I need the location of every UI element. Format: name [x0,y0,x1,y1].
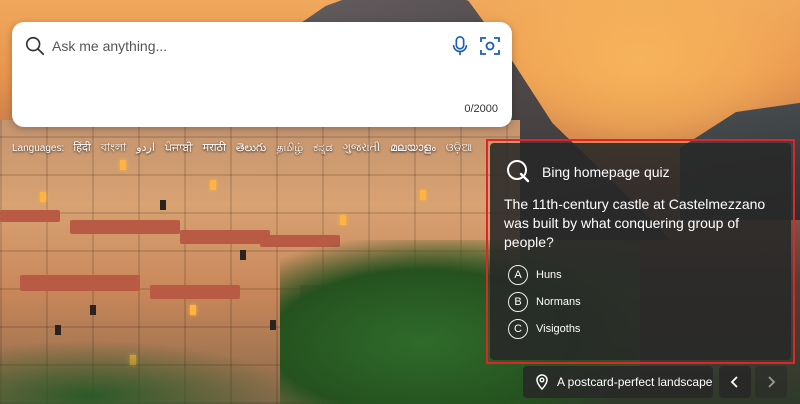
language-link-urdu[interactable]: اردو [136,142,155,154]
language-link-telugu[interactable]: తెలుగు [236,142,266,154]
quiz-option-c[interactable]: C Visigoths [508,318,708,340]
option-letter-badge: A [508,265,528,285]
language-link-punjabi[interactable]: ਪੰਜਾਬੀ [165,142,193,154]
language-link-tamil[interactable]: தமிழ் [276,142,303,154]
trees [0,340,300,404]
language-link-hindi[interactable]: हिंदी [73,142,90,154]
language-link-bengali[interactable]: বাংলা [101,142,126,154]
language-link-gujarati[interactable]: ગુજરાતી [343,142,380,154]
microphone-icon[interactable] [449,34,471,58]
quiz-card: Bing homepage quiz The 11th-century cast… [490,143,791,360]
window [160,200,166,210]
search-box: 0/2000 [12,22,512,127]
window [420,190,426,200]
roof [150,285,240,299]
option-label: Visigoths [536,323,581,335]
window [90,305,96,315]
roof [180,230,270,244]
search-input[interactable] [52,36,432,56]
chevron-right-icon [768,376,776,388]
window [240,250,246,260]
window [55,325,61,335]
language-link-odia[interactable]: ଓଡ଼ିଆ [446,142,472,154]
language-link-kannada[interactable]: ಕನ್ನಡ [313,142,333,154]
next-image-button[interactable] [755,366,787,398]
chevron-left-icon [730,376,738,388]
option-letter-badge: C [508,319,528,339]
languages-row: Languages: हिंदी বাংলা اردو ਪੰਜਾਬੀ मराठी… [12,139,512,157]
image-caption-button[interactable]: A postcard-perfect landscape [523,366,713,398]
image-caption: A postcard-perfect landscape [557,375,713,389]
quiz-question: The 11th-century castle at Castelmezzano… [504,196,766,250]
roof [20,275,140,291]
roof [0,210,60,222]
window [210,180,216,190]
visual-search-icon[interactable] [478,34,502,58]
quiz-option-b[interactable]: B Normans [508,291,708,313]
window [190,305,196,315]
quiz-title[interactable]: Bing homepage quiz [542,164,670,180]
window [340,215,346,225]
language-link-malayalam[interactable]: മലയാളം [390,142,436,154]
quiz-option-a[interactable]: A Huns [508,264,708,286]
character-count: 0/2000 [464,103,498,115]
previous-image-button[interactable] [719,366,751,398]
languages-label: Languages: [12,143,65,154]
window [270,320,276,330]
window [40,192,46,202]
window [120,160,126,170]
option-label: Huns [536,269,562,281]
option-letter-badge: B [508,292,528,312]
search-icon [25,36,45,56]
language-link-marathi[interactable]: मराठी [203,142,226,154]
location-pin-icon [536,374,548,390]
quiz-q-icon [507,160,530,183]
roof [70,220,180,234]
option-label: Normans [536,296,581,308]
